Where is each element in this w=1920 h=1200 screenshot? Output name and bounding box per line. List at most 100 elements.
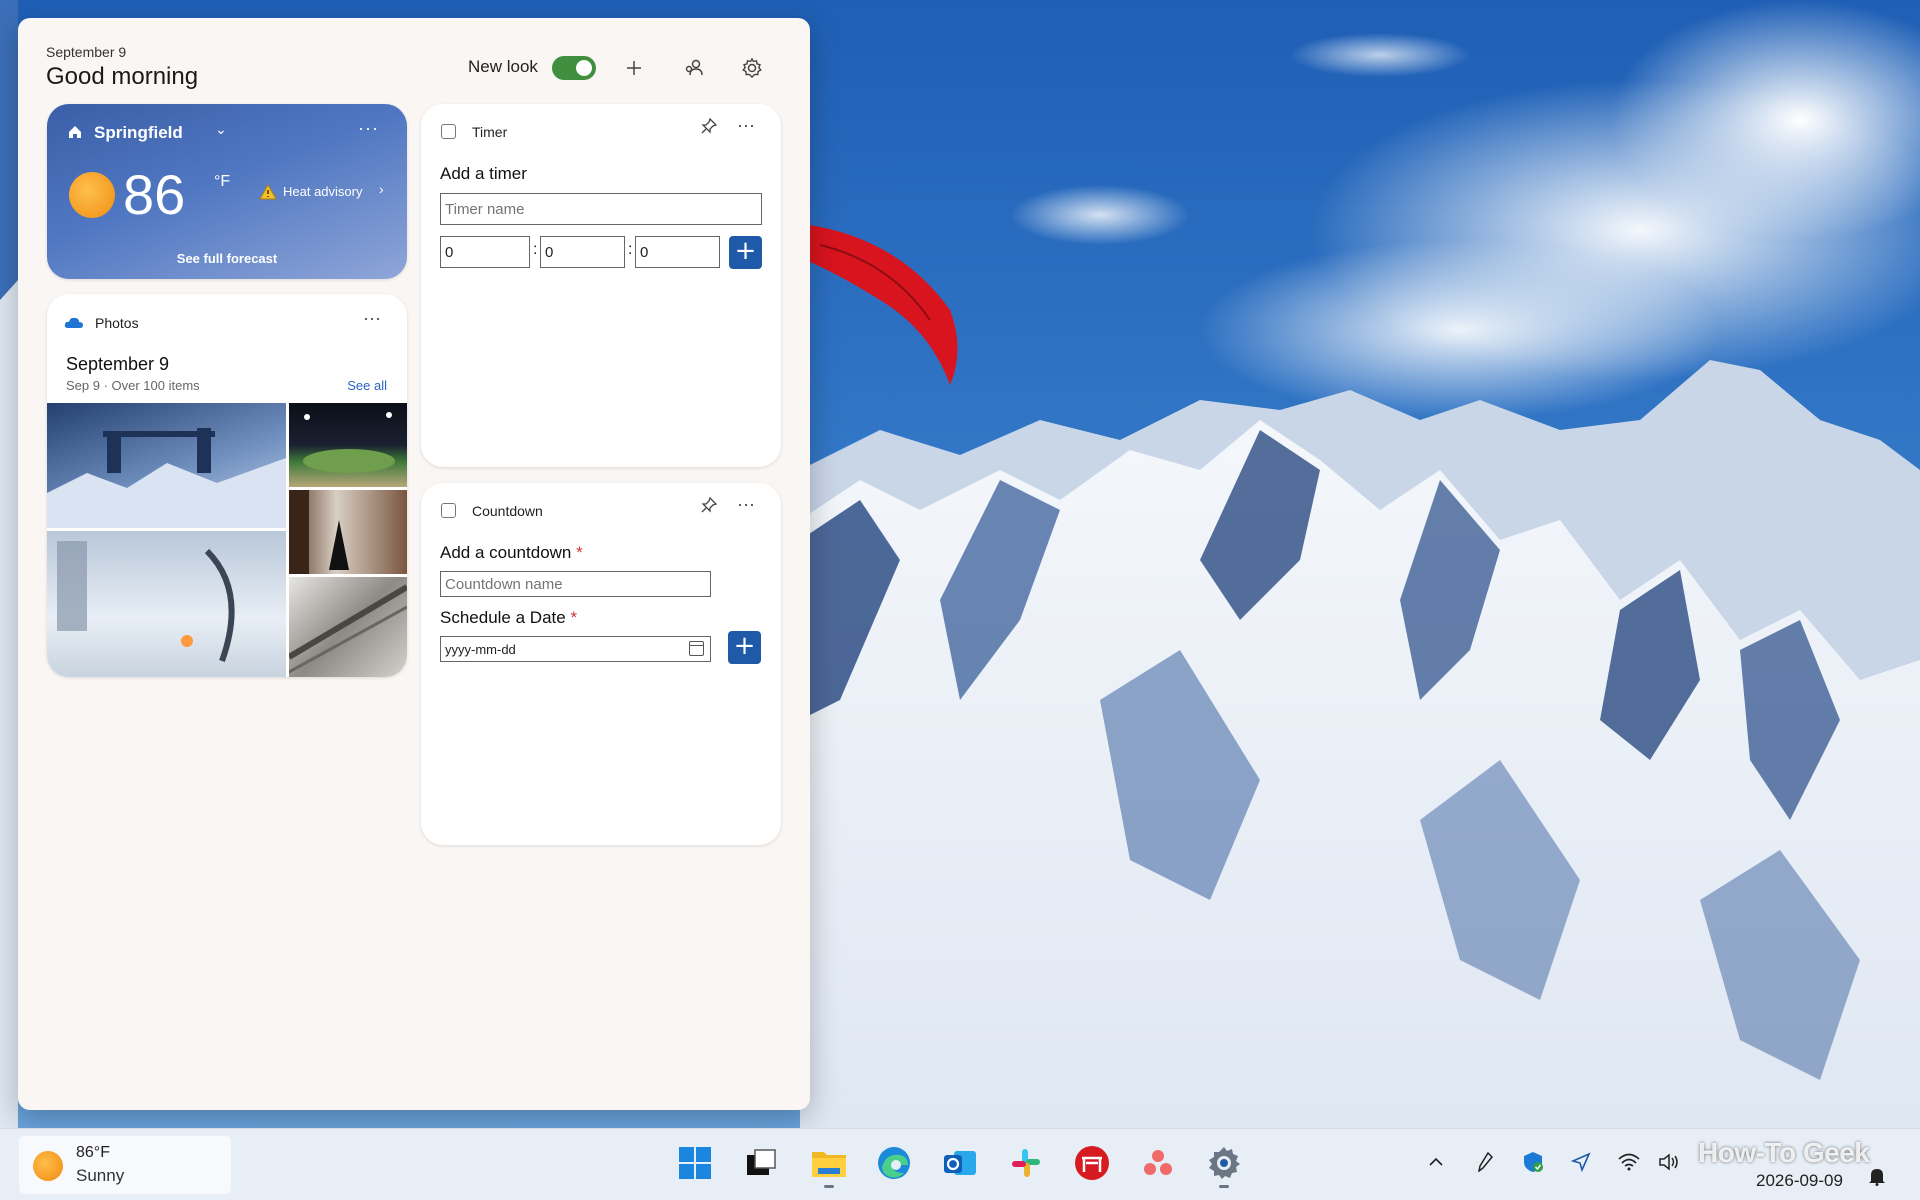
security-tray-button[interactable] [1518,1147,1548,1177]
photo-snowy-ruins[interactable] [47,531,286,677]
sunny-icon [33,1151,63,1181]
red-app-button[interactable] [1068,1139,1116,1187]
photo-railing[interactable] [289,577,407,677]
task-view-button[interactable] [737,1139,785,1187]
plus-icon [627,61,641,75]
folder-icon [812,1152,846,1177]
photos-more-button[interactable]: ··· [363,308,381,329]
countdown-widget: Countdown ··· Add a countdown * Schedule… [421,483,781,845]
gear-icon [742,57,762,78]
running-indicator [1219,1185,1229,1188]
speaker-icon [1659,1153,1678,1171]
taskbar-weather-button[interactable]: 86°F Sunny [19,1136,231,1194]
heat-advisory-link[interactable]: Heat advisory [283,184,362,199]
running-indicator [824,1185,834,1188]
add-timer-button[interactable]: + [729,236,762,269]
pen-tray-button[interactable] [1470,1147,1500,1177]
how-to-geek-watermark: How-To Geek [1698,1137,1870,1168]
timer-widget: Timer ··· Add a timer : : + [421,104,781,467]
weather-widget[interactable]: Springfield ⌄ ··· 86 °F Heat advisory › … [47,104,407,279]
add-countdown-button[interactable]: + [728,631,761,664]
onedrive-cloud-icon [64,317,83,328]
outlook-button[interactable] [936,1139,984,1187]
photo-stadium[interactable] [289,403,407,487]
edge-icon [878,1147,910,1179]
people-icon [685,59,703,76]
chevron-down-icon[interactable]: ⌄ [215,121,227,138]
asana-icon [1144,1150,1172,1175]
add-timer-heading: Add a timer [440,164,527,183]
home-icon [69,126,81,138]
wifi-icon [1618,1153,1640,1171]
countdown-title: Countdown [472,503,543,519]
edge-button[interactable] [870,1139,918,1187]
pen-icon [1478,1152,1493,1172]
timer-more-button[interactable]: ··· [737,115,755,136]
taskbar-temperature: 86°F [76,1144,110,1161]
weather-temperature: 86 [123,163,186,226]
show-hidden-icons-button[interactable] [1421,1147,1451,1177]
photo-snowy-village[interactable] [47,403,286,528]
panel-date: September 9 [46,44,127,60]
outlook-icon [944,1151,976,1175]
timer-name-input[interactable] [440,193,762,225]
weather-unit: °F [214,173,231,190]
photo-interior[interactable] [289,490,407,574]
warning-icon [259,184,277,200]
weather-city[interactable]: Springfield [94,123,183,143]
calendar-icon[interactable] [689,641,704,656]
pin-icon[interactable] [701,497,717,513]
timer-app-icon [441,124,456,139]
add-widget-button[interactable] [618,52,650,84]
taskbar: 86°F Sunny How-To Geek 2026-09-09 [0,1128,1920,1200]
see-all-link[interactable]: See all [347,378,387,393]
timer-seconds-input[interactable] [635,236,720,268]
shield-icon [1524,1152,1543,1172]
photos-widget[interactable]: Photos ··· September 9 Sep 9 · Over 100 … [47,294,407,677]
red-app-icon [1075,1146,1109,1180]
location-tray-button[interactable] [1566,1147,1596,1177]
photos-title: Photos [95,315,139,331]
date-placeholder: yyyy-mm-dd [445,641,516,657]
timer-hours-input[interactable] [440,236,530,268]
weather-more-button[interactable]: ··· [358,118,379,139]
pin-icon[interactable] [701,118,717,134]
settings-button[interactable] [736,52,768,84]
photo-grid [47,403,407,677]
time-separator: : [533,241,538,258]
countdown-app-icon [441,503,456,518]
taskbar-date[interactable]: 2026-09-09 [1756,1171,1843,1191]
widgets-panel: September 9 Good morning New look Spring… [18,18,810,1110]
notifications-button[interactable] [1862,1161,1892,1191]
time-separator: : [628,241,633,258]
task-view-icon [747,1149,776,1175]
countdown-date-input[interactable]: yyyy-mm-dd [440,636,711,662]
add-countdown-heading: Add a countdown * [440,543,583,562]
timer-minutes-input[interactable] [540,236,625,268]
countdown-more-button[interactable]: ··· [737,494,755,515]
new-look-toggle[interactable] [552,56,596,80]
see-full-forecast-link[interactable]: See full forecast [47,251,407,266]
timer-title: Timer [472,124,508,140]
sunny-icon [69,172,115,218]
windows-logo-icon [679,1147,711,1179]
settings-icon [1209,1147,1240,1179]
countdown-name-input[interactable] [440,571,711,597]
new-look-label: New look [468,57,538,76]
volume-tray-button[interactable] [1654,1147,1684,1177]
schedule-date-heading: Schedule a Date * [440,608,578,627]
photos-date-heading: September 9 [66,354,170,374]
file-explorer-button[interactable] [805,1139,853,1188]
account-button[interactable] [678,52,710,84]
chevron-right-icon[interactable]: › [379,181,384,197]
wifi-tray-button[interactable] [1614,1147,1644,1177]
settings-app-button[interactable] [1200,1139,1248,1188]
slack-icon [1012,1149,1040,1177]
slack-button[interactable] [1002,1139,1050,1187]
taskbar-condition: Sunny [76,1166,125,1185]
start-button[interactable] [671,1139,719,1187]
location-arrow-icon [1571,1152,1591,1172]
asana-button[interactable] [1134,1139,1182,1187]
chevron-up-icon [1429,1157,1443,1166]
photos-subtitle: Sep 9 · Over 100 items [66,378,200,393]
